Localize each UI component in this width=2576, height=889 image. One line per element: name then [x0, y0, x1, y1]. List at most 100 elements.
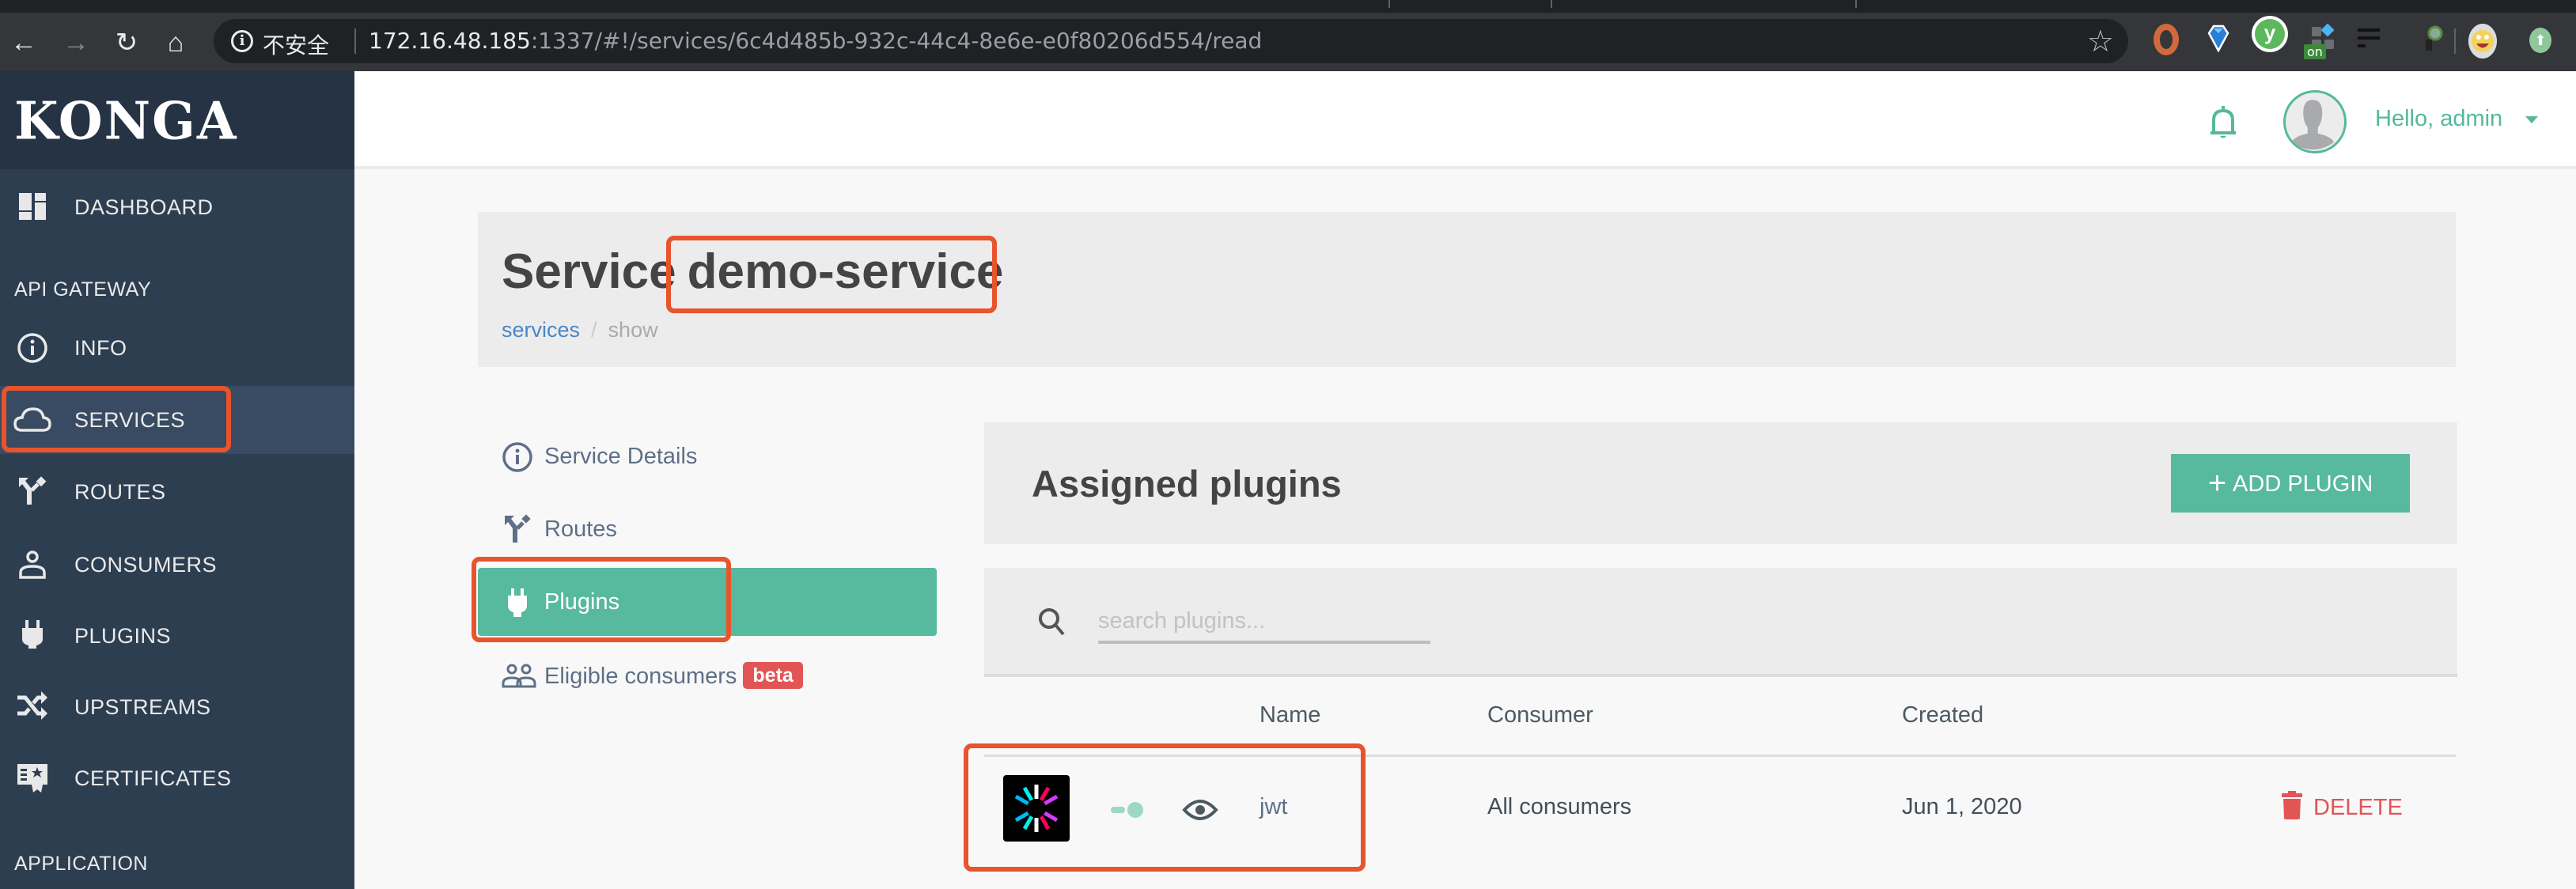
sidebar-item-label: UPSTREAMS [74, 695, 211, 719]
person-icon [19, 550, 46, 579]
breadcrumb-separator: / [591, 318, 597, 342]
subnav-service-details[interactable]: Service Details [478, 422, 937, 490]
ring-extension-icon[interactable] [2154, 24, 2179, 55]
route-icon [505, 514, 531, 543]
profile-avatar-icon[interactable] [2468, 24, 2497, 59]
jwt-logo-icon [1003, 775, 1070, 842]
sidebar-item-label: PLUGINS [74, 624, 172, 648]
extension-badge: on [2304, 44, 2326, 59]
sidebar-item-upstreams[interactable]: UPSTREAMS [0, 677, 354, 737]
breadcrumb-services-link[interactable]: services [502, 318, 580, 342]
table-divider [984, 755, 2456, 757]
sidebar-section-title: API GATEWAY [14, 278, 152, 301]
cloud-icon [13, 407, 51, 432]
section-title: Assigned plugins [1032, 463, 1342, 505]
subnav-plugins[interactable]: Plugins [478, 568, 937, 636]
site-info-icon[interactable]: i [231, 30, 253, 52]
plugin-enabled-toggle[interactable] [1111, 801, 1144, 819]
info-icon [502, 442, 532, 472]
page-title-prefix: Service [502, 244, 676, 299]
sidebar-item-consumers[interactable]: CONSUMERS [0, 535, 354, 595]
bookmark-star-icon[interactable]: ☆ [2087, 24, 2114, 59]
subnav-label: Eligible consumers beta [544, 662, 803, 690]
update-icon[interactable]: ⬆ [2529, 28, 2551, 53]
bell-icon[interactable] [2207, 103, 2239, 141]
column-header-created[interactable]: Created [1902, 702, 1983, 728]
sidebar-item-label: INFO [74, 336, 127, 360]
plugin-name[interactable]: jwt [1260, 794, 1287, 820]
y-extension-icon[interactable] [2252, 16, 2288, 52]
sidebar-item-label: DASHBOARD [74, 195, 214, 219]
address-bar[interactable]: i 不安全 172.16.48.185:1337/#!/services/6c4… [214, 19, 2128, 63]
sidebar-item-plugins[interactable]: PLUGINS [0, 606, 354, 666]
plug-icon [22, 620, 43, 649]
assigned-plugins-header: Assigned plugins + ADD PLUGIN [984, 422, 2457, 544]
breadcrumb-current: show [608, 318, 658, 342]
table-row: jwt All consumers Jun 1, 2020 DELETE [984, 758, 2456, 861]
sidebar-item-services[interactable]: SERVICES [0, 386, 354, 454]
route-icon [19, 476, 47, 505]
add-plugin-label: ADD PLUGIN [2233, 471, 2373, 497]
logo[interactable]: KONGA [14, 91, 237, 152]
search-plugins-input[interactable] [1098, 601, 1430, 644]
subnav-label: Plugins [544, 589, 620, 615]
forward-button[interactable]: → [60, 27, 92, 59]
delete-label: DELETE [2313, 795, 2403, 820]
plus-icon: + [2207, 466, 2227, 501]
sidebar-item-info[interactable]: INFO [0, 318, 354, 378]
service-name: demo-service [687, 244, 1004, 299]
loupe-extension-icon[interactable] [2423, 25, 2443, 52]
sidebar-item-dashboard[interactable]: DASHBOARD [0, 177, 354, 237]
plugin-consumer: All consumers [1487, 794, 1632, 819]
beta-badge: beta [743, 662, 803, 689]
home-button[interactable]: ⌂ [160, 27, 191, 59]
tab-separator [1551, 0, 1552, 8]
sidebar-item-certificates[interactable]: CERTIFICATES [0, 748, 354, 808]
avatar-silhouette-icon [2287, 94, 2338, 150]
subnav-label: Service Details [544, 444, 698, 469]
caret-down-icon[interactable] [2525, 116, 2538, 123]
sidebar-item-label: SERVICES [74, 408, 186, 432]
sidebar: KONGA DASHBOARD API GATEWAY INFO SERVICE… [0, 71, 354, 889]
reload-button[interactable]: ↻ [111, 27, 142, 59]
search-icon [1039, 608, 1065, 636]
sidebar-item-label: CONSUMERS [74, 553, 218, 577]
column-header-name[interactable]: Name [1260, 702, 1320, 728]
people-icon [502, 664, 536, 688]
toolbar-divider [2454, 28, 2456, 54]
omnibox-divider [354, 28, 356, 54]
add-plugin-button[interactable]: + ADD PLUGIN [2171, 454, 2410, 513]
security-label[interactable]: 不安全 [263, 28, 329, 60]
sidebar-item-label: CERTIFICATES [74, 766, 232, 790]
user-avatar[interactable] [2283, 90, 2347, 153]
column-header-consumer[interactable]: Consumer [1487, 702, 1593, 728]
back-button[interactable]: ← [8, 27, 40, 59]
delete-plugin-button[interactable]: DELETE [2282, 791, 2403, 821]
page-header: Service demo-service services / show [478, 212, 2456, 367]
list-extension-icon[interactable] [2358, 28, 2383, 49]
url-text[interactable]: 172.16.48.185:1337/#!/services/6c4d485b-… [369, 28, 1262, 54]
subnav-label-text: Eligible consumers [544, 664, 737, 689]
search-panel [984, 568, 2457, 677]
page-title: Service demo-service [502, 244, 1003, 300]
plugin-created: Jun 1, 2020 [1902, 794, 2022, 819]
url-host: 172.16.48.185 [369, 28, 531, 54]
sidebar-section-title: APPLICATION [14, 853, 148, 875]
user-menu-toggle[interactable]: Hello, admin [2375, 106, 2502, 132]
shuffle-icon [17, 691, 47, 720]
trash-icon [2282, 791, 2302, 819]
browser-tabstrip [0, 0, 2576, 13]
dashboard-icon [19, 193, 46, 220]
view-eye-icon[interactable] [1182, 797, 1218, 823]
breadcrumb: services / show [502, 318, 658, 342]
info-icon [17, 333, 47, 363]
certificate-icon [17, 764, 47, 793]
subnav-eligible-consumers[interactable]: Eligible consumers beta [478, 641, 937, 709]
top-header [354, 71, 2576, 169]
subnav-routes[interactable]: Routes [478, 495, 937, 563]
sidebar-item-label: ROUTES [74, 480, 166, 504]
diamond-extension-icon[interactable] [2207, 24, 2229, 52]
tab-separator [1855, 0, 1857, 8]
plug-icon [508, 588, 527, 617]
sidebar-item-routes[interactable]: ROUTES [0, 462, 354, 522]
